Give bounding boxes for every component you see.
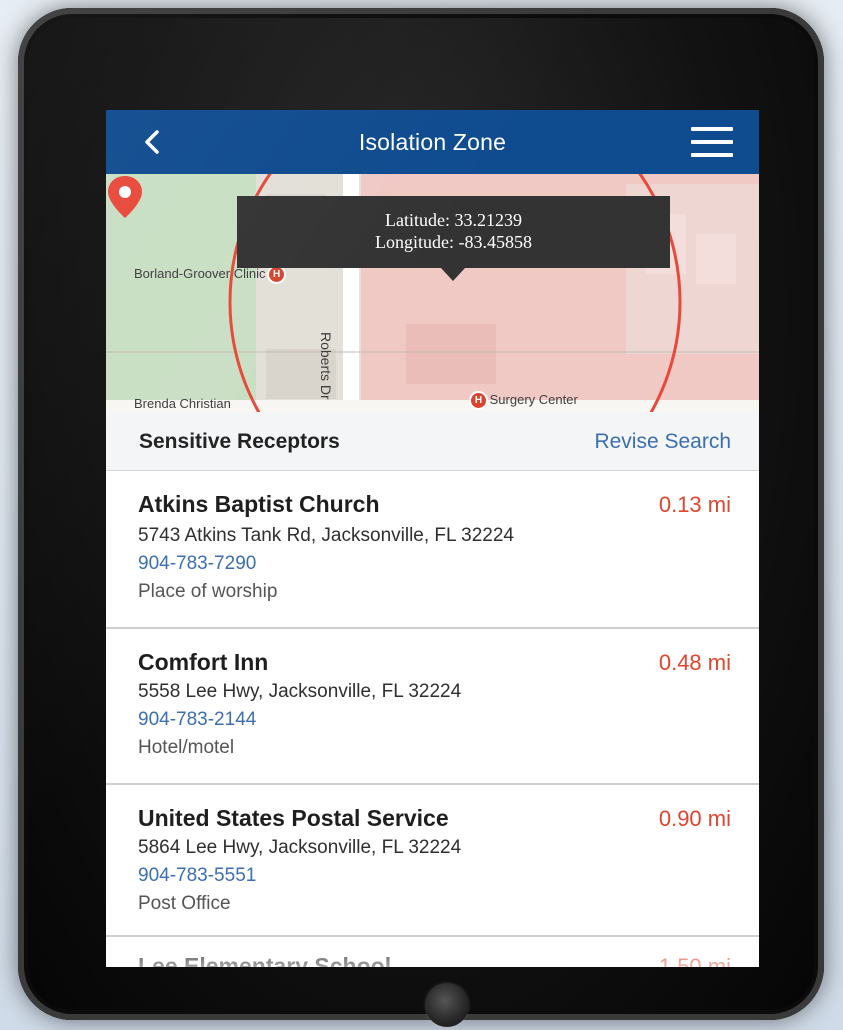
home-button[interactable] — [425, 983, 469, 1027]
receptor-name: Comfort Inn — [138, 649, 269, 675]
receptor-phone[interactable]: 904-783-7290 — [138, 553, 256, 575]
list-item[interactable]: Lee Elementary School 1.50 mi — [106, 937, 759, 967]
surgery-label-text: Surgery Center — [489, 392, 578, 407]
coordinates-tooltip: Latitude: 33.21239 Longitude: -83.45858 — [237, 196, 670, 268]
section-header: Sensitive Receptors Revise Search — [106, 412, 759, 471]
receptor-category: Hotel/motel — [138, 737, 235, 758]
map-label-brenda: Brenda Christian — [134, 396, 231, 411]
receptor-distance: 0.13 mi — [658, 492, 731, 517]
receptor-list: Atkins Baptist Church 0.13 mi 5743 Atkin… — [106, 471, 759, 967]
hospital-icon: H — [471, 393, 486, 409]
receptor-address: 5558 Lee Hwy, Jacksonville, FL 32224 — [138, 681, 462, 702]
receptor-name: Atkins Baptist Church — [138, 491, 380, 517]
page-title: Isolation Zone — [358, 128, 507, 155]
app-screen: Isolation Zone Borland-Groover Clinic H … — [106, 110, 759, 967]
hamburger-line — [691, 153, 733, 157]
back-button[interactable] — [136, 126, 168, 158]
hamburger-line — [691, 140, 733, 144]
section-title: Sensitive Receptors — [139, 430, 340, 453]
app-header: Isolation Zone — [106, 110, 759, 174]
map-label-clinic: Borland-Groover Clinic H — [134, 266, 285, 283]
hospital-icon: H — [269, 267, 285, 283]
receptor-distance: 1.50 mi — [658, 954, 731, 967]
clinic-label-text: Borland-Groover Clinic — [134, 266, 266, 281]
receptor-distance: 0.90 mi — [658, 806, 731, 831]
list-item[interactable]: Comfort Inn 0.48 mi 5558 Lee Hwy, Jackso… — [106, 629, 759, 785]
receptor-phone[interactable]: 904-783-2144 — [138, 709, 256, 731]
latitude-text: Latitude: 33.21239 — [385, 210, 522, 230]
list-item[interactable]: United States Postal Service 0.90 mi 586… — [106, 785, 759, 937]
receptor-distance: 0.48 mi — [658, 650, 731, 675]
receptor-phone[interactable]: 904-783-5551 — [138, 865, 256, 887]
list-item[interactable]: Atkins Baptist Church 0.13 mi 5743 Atkin… — [106, 471, 759, 629]
menu-button[interactable] — [691, 127, 733, 157]
map-pin-icon[interactable] — [106, 174, 144, 220]
chevron-left-icon — [145, 130, 159, 154]
receptor-category: Post Office — [138, 893, 231, 914]
receptor-address: 5743 Atkins Tank Rd, Jacksonville, FL 32… — [138, 525, 515, 546]
map-label-street: Roberts Dr — [318, 332, 334, 400]
receptor-category: Place of worship — [138, 581, 278, 602]
receptor-name: United States Postal Service — [138, 805, 449, 831]
longitude-text: Longitude: -83.45858 — [375, 232, 532, 252]
map-label-surgery: H Surgery Center — [471, 392, 578, 409]
receptor-name: Lee Elementary School — [138, 953, 392, 967]
map-view[interactable]: Borland-Groover Clinic H Roberts Dr Bren… — [106, 174, 759, 412]
receptor-address: 5864 Lee Hwy, Jacksonville, FL 32224 — [138, 837, 462, 858]
tooltip-arrow — [441, 268, 465, 281]
hamburger-menu-icon — [691, 127, 733, 131]
revise-search-link[interactable]: Revise Search — [594, 430, 731, 454]
